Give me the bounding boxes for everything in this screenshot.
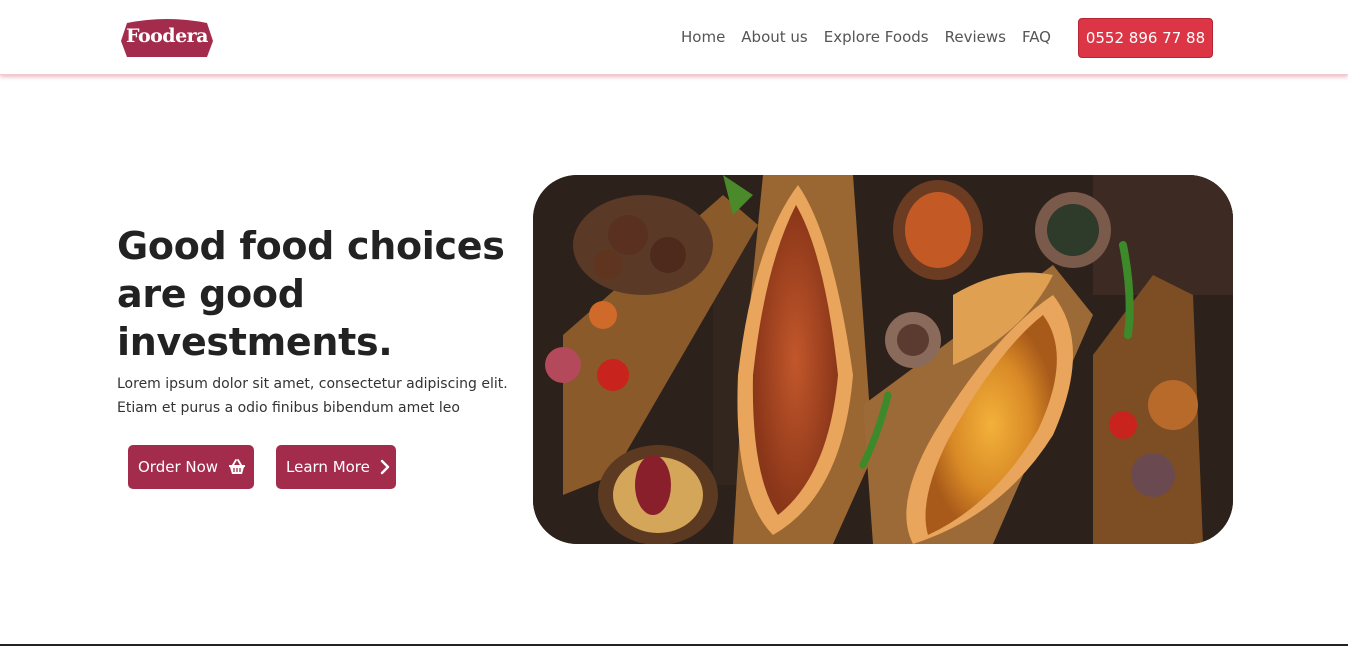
hero-food-image <box>533 175 1233 544</box>
phone-button[interactable]: 0552 896 77 88 <box>1078 18 1213 58</box>
order-now-button[interactable]: Order Now <box>128 445 254 489</box>
learn-more-button[interactable]: Learn More <box>276 445 396 489</box>
nav-link-home[interactable]: Home <box>681 28 725 46</box>
nav-link-about[interactable]: About us <box>741 28 807 46</box>
nav-link-explore-foods[interactable]: Explore Foods <box>824 28 929 46</box>
nav-link-faq[interactable]: FAQ <box>1022 28 1051 46</box>
brand-name: Foodera <box>126 25 209 47</box>
navbar: Foodera Home About us Explore Foods Revi… <box>0 0 1348 75</box>
nav-link-reviews[interactable]: Reviews <box>945 28 1006 46</box>
hero-description: Lorem ipsum dolor sit amet, consectetur … <box>117 376 508 416</box>
basket-icon <box>228 459 246 475</box>
order-now-label: Order Now <box>138 458 219 476</box>
chevron-right-icon <box>380 459 390 475</box>
brand-logo[interactable]: Foodera <box>117 17 217 59</box>
nav-links: Home About us Explore Foods Reviews FAQ <box>681 28 1051 46</box>
food-illustration <box>533 175 1233 544</box>
hero-heading: Good food choices are good investments. <box>117 224 505 364</box>
learn-more-label: Learn More <box>286 458 370 476</box>
